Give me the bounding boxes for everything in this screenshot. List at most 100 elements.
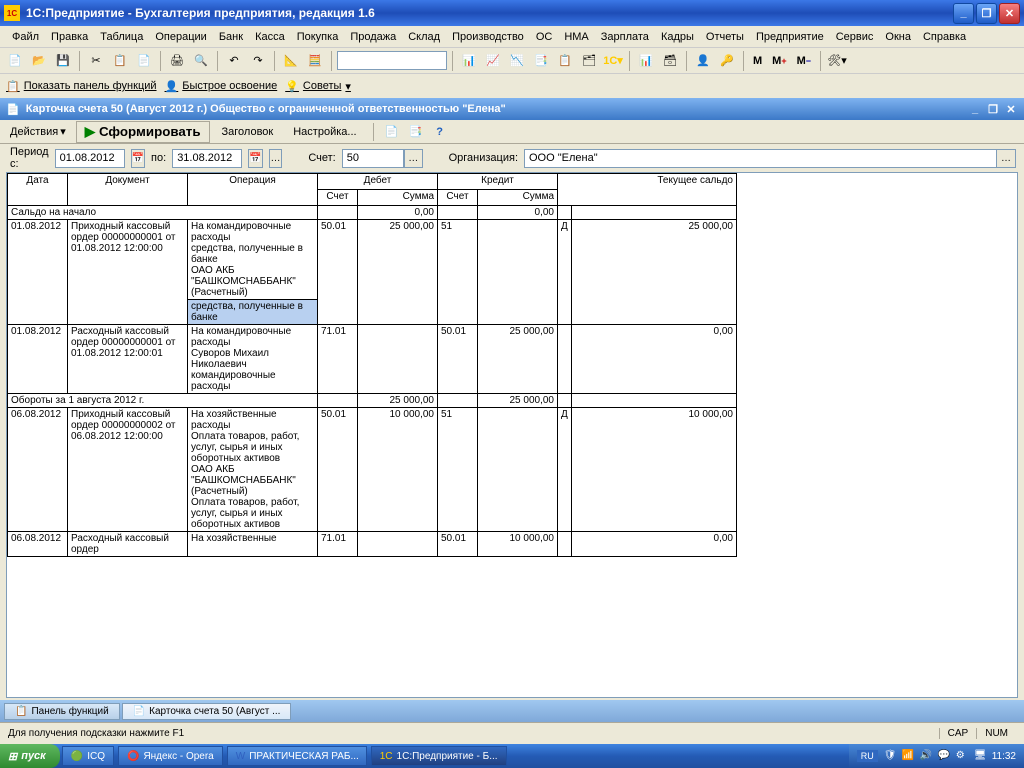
menu-bank[interactable]: Банк [213, 29, 249, 45]
period-bar: Период с: 📅 по: 📅 … Счет: … Организация:… [0, 144, 1024, 172]
menu-table[interactable]: Таблица [94, 29, 149, 45]
taskbar-item-word[interactable]: WПРАКТИЧЕСКАЯ РАБ... [227, 746, 367, 766]
menu-production[interactable]: Производство [446, 29, 530, 45]
language-indicator[interactable]: RU [857, 750, 878, 762]
menu-hr[interactable]: Кадры [655, 29, 700, 45]
undo-icon[interactable]: ↶ [223, 50, 245, 72]
menu-enterprise[interactable]: Предприятие [750, 29, 830, 45]
menu-nma[interactable]: НМА [558, 29, 594, 45]
menu-service[interactable]: Сервис [830, 29, 880, 45]
tray-icon[interactable]: 📶 [902, 750, 914, 762]
report-area[interactable]: Дата Документ Операция Дебет Кредит Теку… [6, 172, 1018, 698]
action-icon[interactable]: 📑 [406, 122, 426, 142]
help-icon[interactable]: ? [430, 122, 450, 142]
menu-windows[interactable]: Окна [879, 29, 917, 45]
period-to-input[interactable] [172, 149, 242, 168]
calc-icon[interactable]: 🧮 [304, 50, 326, 72]
cell-credit-sum [478, 408, 558, 532]
cut-icon[interactable]: ✂ [85, 50, 107, 72]
tray-icon[interactable]: ⚙ [956, 750, 968, 762]
doc-maximize-button[interactable]: ❐ [986, 102, 1000, 116]
window-buttons: _ ❐ ✕ [953, 3, 1020, 24]
tab-panel-functions[interactable]: 📋Панель функций [4, 703, 120, 720]
menu-operations[interactable]: Операции [149, 29, 212, 45]
col-operation: Операция [188, 174, 318, 206]
new-icon[interactable]: 📄 [4, 50, 26, 72]
app-icon[interactable]: 🗃 [659, 50, 681, 72]
taskbar-item-icq[interactable]: 🟢ICQ [62, 746, 114, 766]
tray-icon[interactable]: 🖥 [974, 750, 986, 762]
paste-icon[interactable]: 📄 [133, 50, 155, 72]
close-button[interactable]: ✕ [999, 3, 1020, 24]
windows-taskbar: ⊞пуск 🟢ICQ ⭕Яндекс - Opera WПРАКТИЧЕСКАЯ… [0, 744, 1024, 768]
menu-help[interactable]: Справка [917, 29, 972, 45]
menu-reports[interactable]: Отчеты [700, 29, 750, 45]
org-select-icon[interactable]: … [996, 149, 1016, 168]
date-picker-icon[interactable]: 📅 [131, 149, 145, 168]
menu-cash[interactable]: Касса [249, 29, 291, 45]
date-picker-icon[interactable]: 📅 [248, 149, 262, 168]
m-button[interactable]: M [749, 55, 766, 67]
settings-button[interactable]: Настройка... [285, 124, 364, 140]
table-row[interactable]: 06.08.2012 Приходный кассовый ордер 0000… [8, 408, 737, 532]
app-icon[interactable]: 📊 [458, 50, 480, 72]
table-row[interactable]: 06.08.2012 Расходный кассовый ордер На х… [8, 532, 737, 557]
tray-icon[interactable]: 🛡 [884, 750, 896, 762]
user-icon[interactable]: 👤 [692, 50, 714, 72]
account-input[interactable] [342, 149, 404, 168]
selected-cell[interactable]: средства, полученные в банке [188, 299, 317, 324]
form-button[interactable]: ▶Сформировать [76, 121, 210, 143]
actions-label[interactable]: Действия▾ [6, 125, 72, 138]
header-button[interactable]: Заголовок [214, 124, 282, 140]
app-icon[interactable]: 🗂 [578, 50, 600, 72]
quick-learn-link[interactable]: 👤Быстрое освоение [165, 80, 278, 93]
menu-warehouse[interactable]: Склад [402, 29, 446, 45]
start-button[interactable]: ⊞пуск [0, 744, 60, 768]
taskbar-item-1c[interactable]: 1C1С:Предприятие - Б... [371, 746, 507, 766]
open-icon[interactable]: 📂 [28, 50, 50, 72]
preview-icon[interactable]: 🔍 [190, 50, 212, 72]
key-icon[interactable]: 🔑 [716, 50, 738, 72]
cell-credit-acc: 51 [438, 220, 478, 325]
m-minus-button[interactable]: M− [793, 55, 815, 67]
taskbar-item-opera[interactable]: ⭕Яндекс - Opera [118, 746, 223, 766]
tray-icon[interactable]: 🔊 [920, 750, 932, 762]
menu-edit[interactable]: Правка [45, 29, 94, 45]
doc-minimize-button[interactable]: _ [968, 102, 982, 116]
tool-icon[interactable]: 📐 [280, 50, 302, 72]
period-from-input[interactable] [55, 149, 125, 168]
app-icon[interactable]: 📉 [506, 50, 528, 72]
print-icon[interactable]: 🖨 [166, 50, 188, 72]
tips-link[interactable]: 💡Советы▾ [285, 80, 351, 93]
save-icon[interactable]: 💾 [52, 50, 74, 72]
tray-clock[interactable]: 11:32 [992, 751, 1016, 762]
menu-os[interactable]: ОС [530, 29, 559, 45]
app-icon[interactable]: 📊 [635, 50, 657, 72]
app-icon[interactable]: 📋 [554, 50, 576, 72]
tray-icon[interactable]: 💬 [938, 750, 950, 762]
redo-icon[interactable]: ↷ [247, 50, 269, 72]
menu-purchase[interactable]: Покупка [291, 29, 345, 45]
account-select-icon[interactable]: … [404, 149, 423, 168]
tools-icon[interactable]: 🛠▾ [826, 50, 848, 72]
org-input[interactable] [524, 149, 1014, 168]
menu-salary[interactable]: Зарплата [595, 29, 655, 45]
doc-close-button[interactable]: ✕ [1004, 102, 1018, 116]
app-icon[interactable]: 📈 [482, 50, 504, 72]
save-doc-icon[interactable]: 📄 [382, 122, 402, 142]
menu-file[interactable]: Файл [6, 29, 45, 45]
menu-sale[interactable]: Продажа [344, 29, 402, 45]
show-panel-link[interactable]: 📋Показать панель функций [6, 80, 157, 93]
tab-card-account[interactable]: 📄Карточка счета 50 (Август ... [122, 703, 292, 720]
period-select-icon[interactable]: … [269, 149, 283, 168]
minimize-button[interactable]: _ [953, 3, 974, 24]
table-row[interactable]: 01.08.2012 Расходный кассовый ордер 0000… [8, 325, 737, 394]
m-plus-button[interactable]: M+ [768, 55, 790, 67]
document-title: Карточка счета 50 (Август 2012 г.) Общес… [26, 103, 968, 115]
maximize-button[interactable]: ❐ [976, 3, 997, 24]
onec-icon[interactable]: 1С▾ [602, 50, 624, 72]
table-row[interactable]: 01.08.2012 Приходный кассовый ордер 0000… [8, 220, 737, 325]
copy-icon[interactable]: 📋 [109, 50, 131, 72]
app-icon[interactable]: 📑 [530, 50, 552, 72]
combo-input[interactable] [337, 51, 447, 70]
